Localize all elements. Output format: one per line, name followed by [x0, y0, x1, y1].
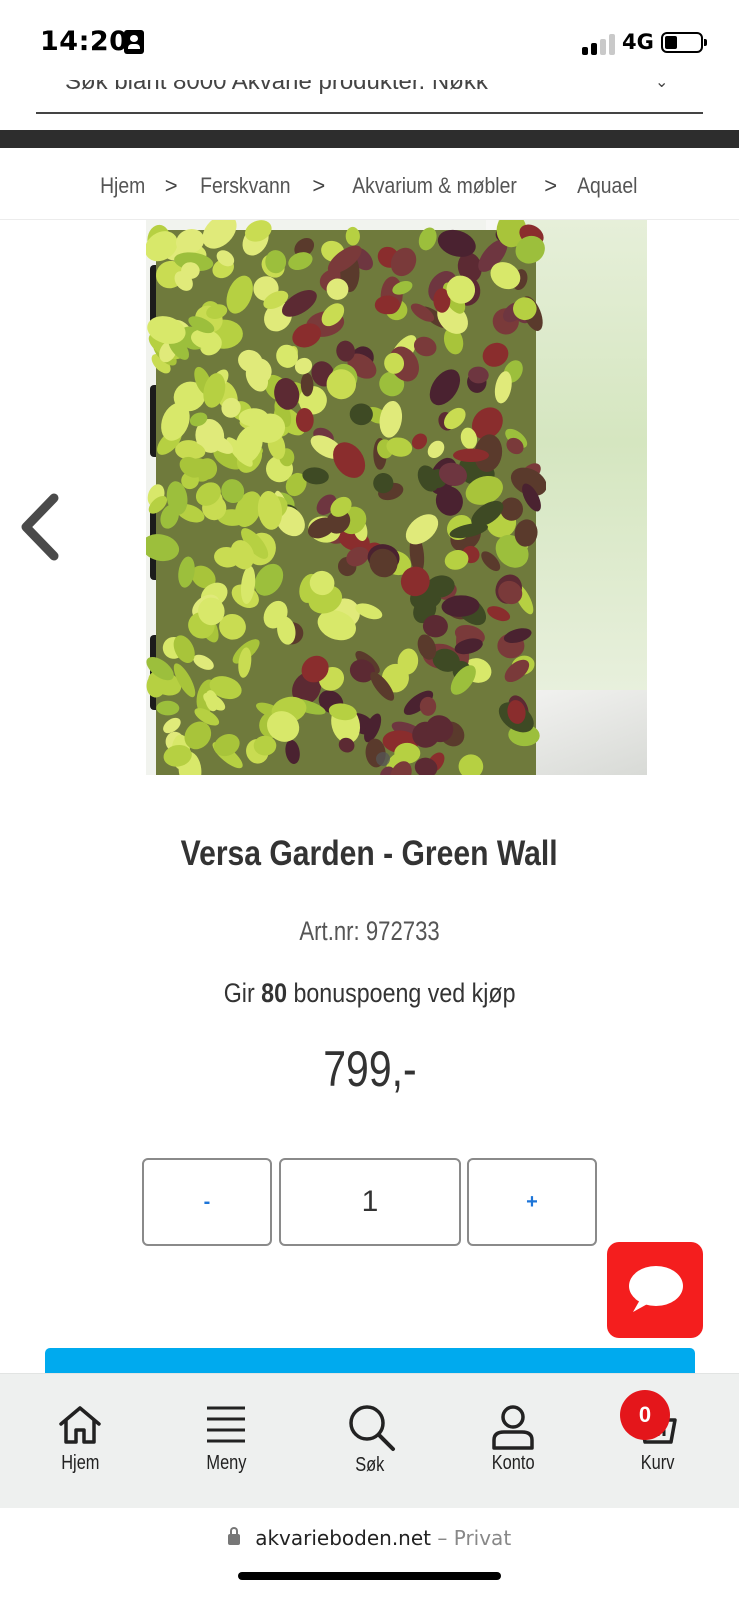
leaf [453, 448, 489, 462]
product-image[interactable] [146, 220, 647, 775]
home-icon [59, 1406, 101, 1444]
bonus-points-value: 80 [261, 978, 287, 1008]
nav-label-hjem: Hjem [60, 1452, 100, 1474]
nav-item-meny[interactable]: Meny [156, 1374, 296, 1509]
breadcrumb-item-aquael[interactable]: Aquael [572, 173, 643, 199]
status-time: 14:20 [40, 26, 129, 57]
nav-item-hjem[interactable]: Hjem [10, 1374, 150, 1509]
cart-count-badge[interactable]: 0 [620, 1390, 670, 1440]
breadcrumb-item-hjem[interactable]: Hjem [95, 173, 151, 199]
product-title: Versa Garden - Green Wall [181, 834, 558, 873]
home-indicator [238, 1572, 501, 1580]
private-mode-label: Privat [453, 1526, 512, 1550]
url-domain: akvarieboden.net [255, 1526, 432, 1550]
breadcrumb-item-ferskvann[interactable]: Ferskvann [194, 173, 295, 199]
nav-item-konto[interactable]: Konto [443, 1374, 583, 1509]
nav-label-meny: Meny [205, 1452, 247, 1474]
article-number: Art.nr: 972733 [299, 916, 440, 946]
user-icon [492, 1405, 534, 1450]
breadcrumb-item-akvarium-mobler[interactable]: Akvarium & møbler [347, 173, 522, 199]
quantity-increase-button[interactable]: + [467, 1158, 597, 1246]
chat-button[interactable] [607, 1242, 703, 1338]
quantity-input[interactable]: 1 [279, 1158, 461, 1246]
signal-icon [582, 33, 616, 55]
battery-icon [661, 32, 707, 53]
search-icon [349, 1405, 395, 1451]
leaf [419, 696, 437, 716]
quantity-decrease-button[interactable]: - [142, 1158, 272, 1246]
url-separator: – [437, 1526, 448, 1550]
header-divider [0, 130, 739, 148]
breadcrumb-separator: > [164, 173, 178, 198]
breadcrumb-separator: > [544, 173, 558, 198]
status-bar: 14:20 4G [0, 0, 739, 80]
nav-label-sok: Søk [355, 1454, 385, 1476]
browser-url-bar[interactable]: akvarieboden.net – Privat [0, 1508, 739, 1600]
breadcrumb: Hjem > Ferskvann > Akvarium & møbler > A… [0, 166, 739, 206]
bonus-points-text: Gir 80 bonuspoeng ved kjøp [0, 978, 739, 1009]
chevron-left-icon [21, 493, 59, 561]
bonus-prefix: Gir [223, 978, 255, 1008]
id-card-icon [124, 30, 144, 54]
carousel-prev-button[interactable] [18, 492, 68, 562]
lock-icon [227, 1527, 240, 1545]
green-wall-plants [146, 220, 546, 775]
chat-bubble-icon [629, 1266, 683, 1312]
nav-label-konto: Konto [491, 1452, 535, 1474]
nav-item-sok[interactable]: Søk [300, 1374, 440, 1509]
nav-label-kurv: Kurv [641, 1452, 675, 1474]
breadcrumb-separator: > [312, 173, 326, 198]
menu-icon [207, 1406, 245, 1443]
network-type: 4G [622, 30, 654, 54]
search-underline [36, 112, 703, 114]
bonus-suffix: bonuspoeng ved kjøp [293, 978, 516, 1008]
carousel-dot[interactable] [376, 752, 390, 766]
product-price: 799,- [322, 1041, 417, 1097]
bottom-navigation: Hjem Meny Søk Konto Kurv [0, 1373, 739, 1508]
